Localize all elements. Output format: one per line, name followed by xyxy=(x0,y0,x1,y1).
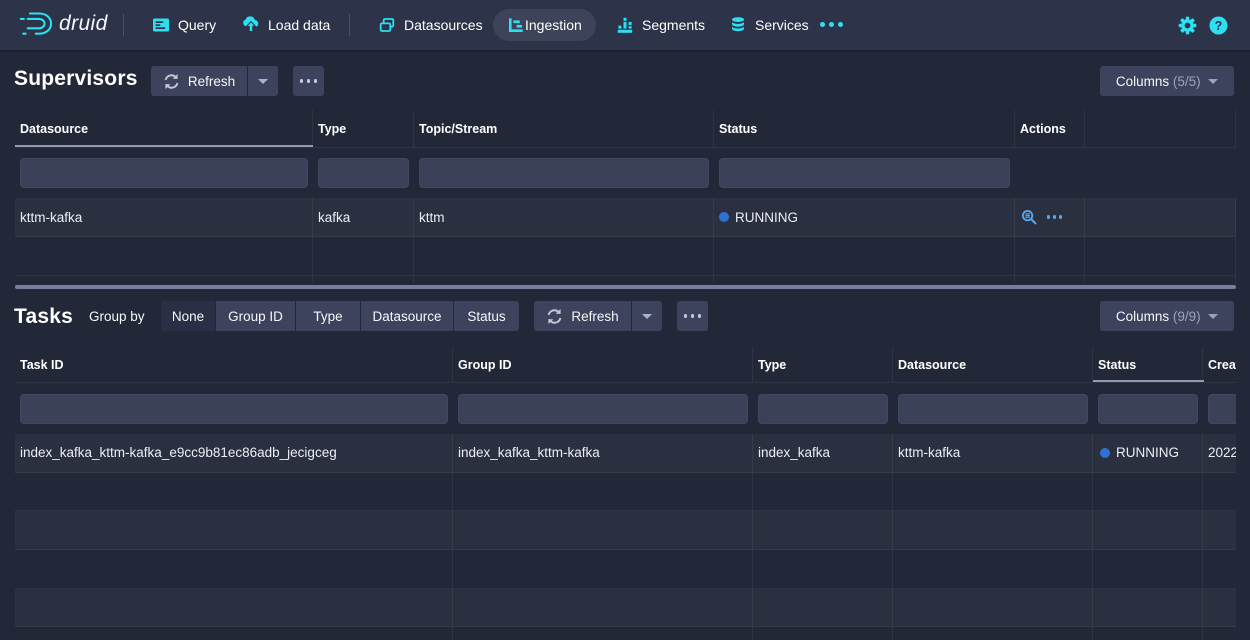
svg-text:?: ? xyxy=(1215,19,1223,33)
